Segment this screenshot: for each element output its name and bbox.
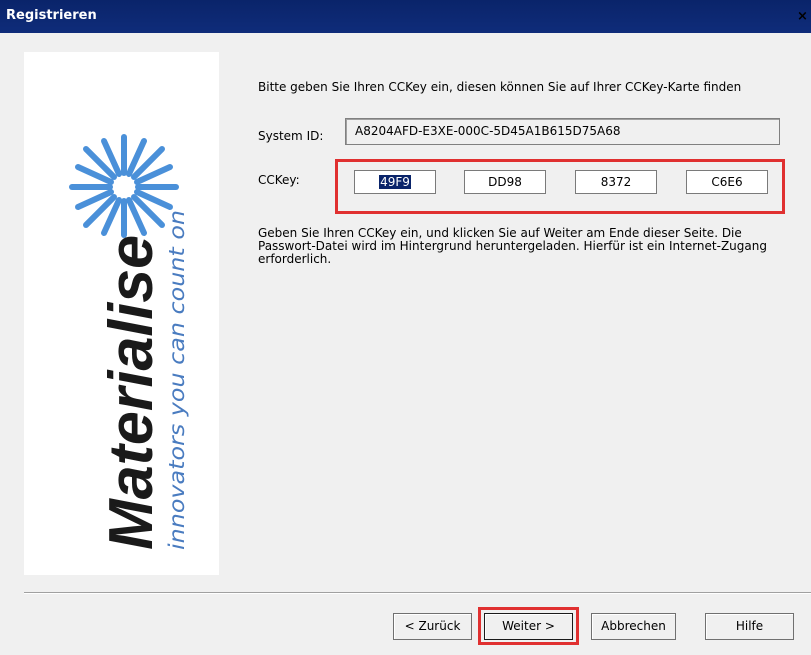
system-id-value: A8204AFD-E3XE-000C-5D45A1B615D75A68 bbox=[355, 124, 621, 138]
cancel-button[interactable]: Abbrechen bbox=[591, 613, 676, 640]
system-id-label: System ID: bbox=[258, 129, 324, 143]
starburst-icon bbox=[69, 134, 179, 238]
window-title: Registrieren bbox=[6, 8, 97, 23]
info-text: Geben Sie Ihren CCKey ein, und klicken S… bbox=[258, 226, 767, 266]
logo-brand: Materialise bbox=[97, 235, 166, 550]
title-bar: Registrieren × bbox=[0, 0, 811, 33]
logo-panel: Materialise innovators you can count on bbox=[24, 52, 219, 575]
cckey-label: CCKey: bbox=[258, 173, 300, 187]
cckey-part-4[interactable]: C6E6 bbox=[686, 170, 768, 194]
cckey-part-2[interactable]: DD98 bbox=[464, 170, 546, 194]
materialise-logo: Materialise innovators you can count on bbox=[69, 134, 189, 550]
logo-tagline: innovators you can count on bbox=[165, 210, 189, 550]
close-icon[interactable]: × bbox=[797, 9, 808, 24]
footer-separator bbox=[24, 592, 811, 594]
system-id-field: A8204AFD-E3XE-000C-5D45A1B615D75A68 bbox=[345, 118, 780, 145]
cckey-part-3[interactable]: 8372 bbox=[575, 170, 657, 194]
instruction-text: Bitte geben Sie Ihren CCKey ein, diesen … bbox=[258, 80, 742, 94]
back-button[interactable]: < Zurück bbox=[393, 613, 472, 640]
help-button[interactable]: Hilfe bbox=[705, 613, 794, 640]
cckey-part-1[interactable]: 49F9 bbox=[354, 170, 436, 194]
cckey-part-1-value: 49F9 bbox=[379, 175, 411, 189]
register-dialog: Registrieren × Materialise innovators yo… bbox=[0, 0, 811, 655]
next-button[interactable]: Weiter > bbox=[484, 613, 573, 640]
